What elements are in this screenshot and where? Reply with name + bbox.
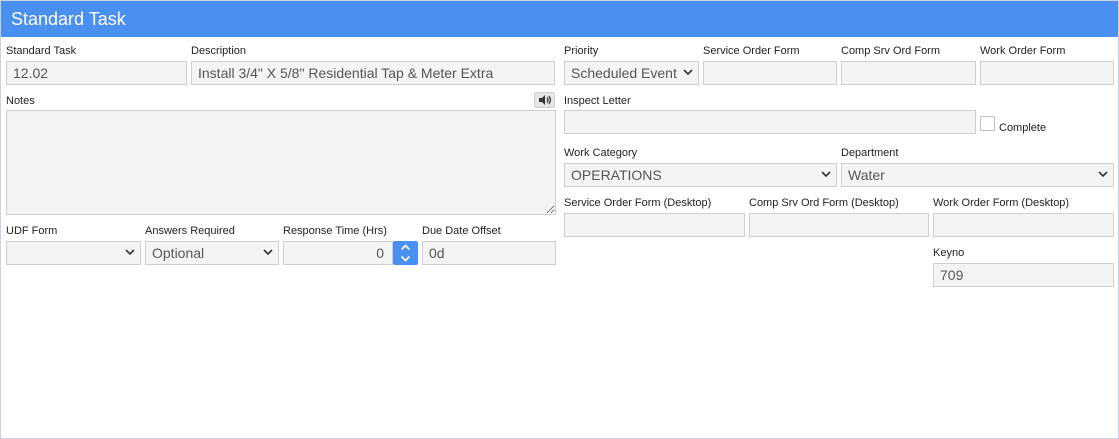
standard-task-panel: Standard Task Standard Task 12.02 Descri… [0, 0, 1119, 439]
work-order-form-desktop-input[interactable] [933, 213, 1114, 237]
due-date-offset-label: Due Date Offset [422, 225, 501, 237]
work-category-label: Work Category [564, 147, 638, 159]
service-order-form-label: Service Order Form [703, 45, 800, 57]
comp-srv-ord-form-input[interactable] [841, 61, 976, 85]
complete-checkbox[interactable] [980, 116, 995, 131]
speaker-icon[interactable] [534, 92, 555, 108]
work-category-select[interactable]: OPERATIONS [564, 163, 837, 187]
service-order-form-desktop-label: Service Order Form (Desktop) [564, 197, 712, 209]
service-order-form-input[interactable] [703, 61, 837, 85]
udf-form-label: UDF Form [6, 225, 58, 237]
work-order-form-label: Work Order Form [980, 45, 1066, 57]
window-title: Standard Task [1, 1, 1118, 37]
response-time-label: Response Time (Hrs) [283, 225, 387, 237]
chevron-down-icon [1098, 164, 1108, 178]
complete-label: Complete [999, 122, 1047, 134]
work-order-form-desktop-label: Work Order Form (Desktop) [933, 197, 1070, 209]
answers-required-select[interactable]: Optional [145, 241, 279, 265]
department-select[interactable]: Water [841, 163, 1114, 187]
chevron-down-icon [263, 242, 273, 256]
answers-required-label: Answers Required [145, 225, 235, 237]
standard-task-input[interactable]: 12.02 [6, 61, 187, 85]
chevron-down-icon [683, 62, 693, 76]
priority-label: Priority [564, 45, 599, 57]
inspect-letter-input[interactable] [564, 110, 976, 134]
response-time-input[interactable]: 0 [283, 241, 393, 265]
notes-textarea[interactable] [6, 110, 556, 215]
department-label: Department [841, 147, 899, 159]
service-order-form-desktop-input[interactable] [564, 213, 745, 237]
udf-form-select[interactable] [6, 241, 141, 265]
chevron-down-icon [821, 164, 831, 178]
due-date-offset-input[interactable]: 0d [422, 241, 556, 265]
priority-select[interactable]: Scheduled Event [564, 61, 699, 85]
department-value: Water [848, 167, 885, 183]
comp-srv-ord-form-label: Comp Srv Ord Form [841, 45, 941, 57]
work-category-value: OPERATIONS [571, 167, 662, 183]
chevron-down-icon [400, 255, 411, 262]
response-time-spinner[interactable] [393, 241, 418, 265]
work-order-form-input[interactable] [980, 61, 1114, 85]
chevron-up-icon [400, 244, 411, 251]
chevron-down-icon [125, 242, 135, 256]
standard-task-label: Standard Task [6, 45, 77, 57]
description-label: Description [191, 45, 247, 57]
description-input[interactable]: Install 3/4" X 5/8" Residential Tap & Me… [191, 61, 555, 85]
answers-required-value: Optional [152, 245, 205, 261]
comp-srv-ord-form-desktop-label: Comp Srv Ord Form (Desktop) [749, 197, 899, 209]
inspect-letter-label: Inspect Letter [564, 95, 631, 107]
notes-label: Notes [6, 95, 35, 107]
comp-srv-ord-form-desktop-input[interactable] [749, 213, 929, 237]
keyno-label: Keyno [933, 247, 965, 259]
priority-value: Scheduled Event [571, 65, 677, 81]
keyno-input[interactable]: 709 [933, 263, 1114, 287]
